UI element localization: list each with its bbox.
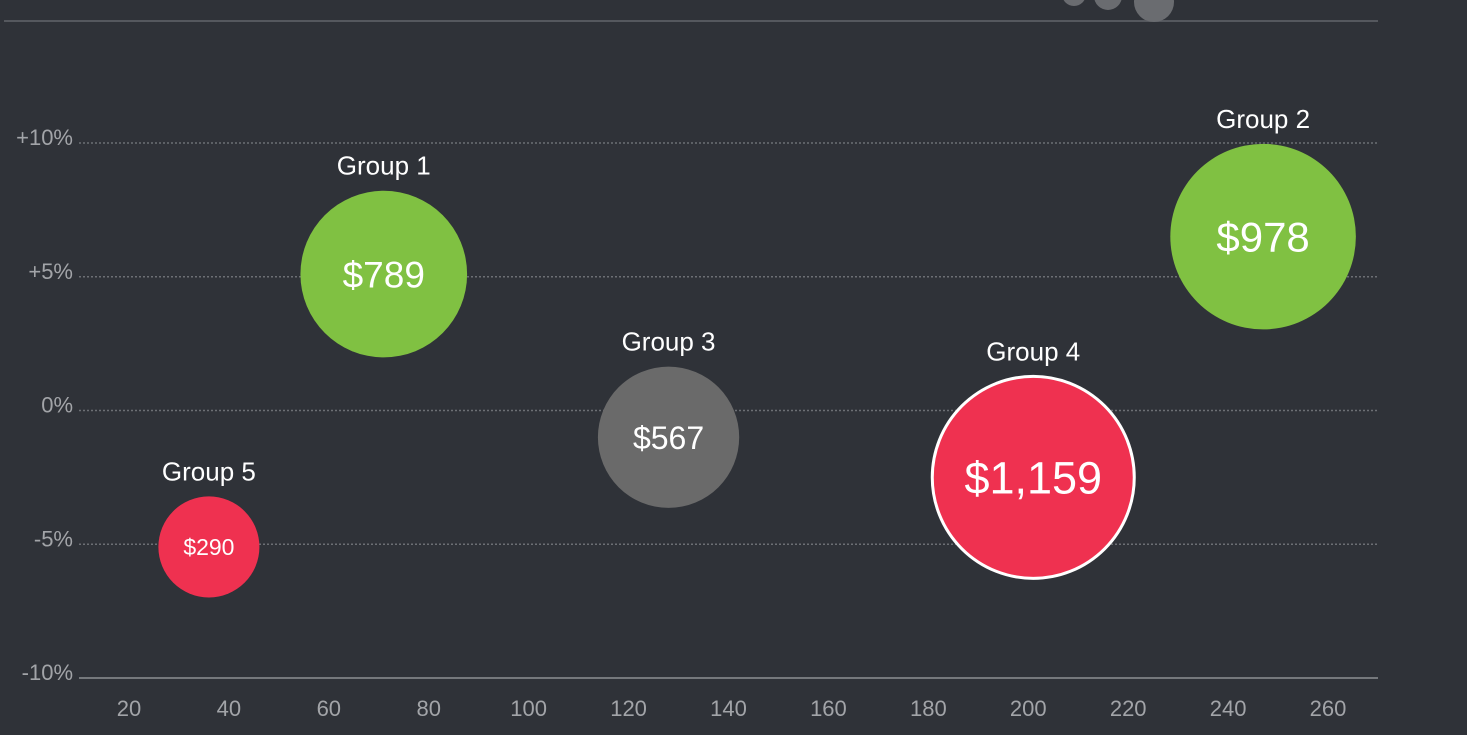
bubble-value-label: $978 bbox=[1216, 214, 1309, 261]
x-tick-label: 220 bbox=[1110, 696, 1147, 721]
x-tick-label: 240 bbox=[1210, 696, 1247, 721]
x-tick-label: 200 bbox=[1010, 696, 1047, 721]
y-tick-label: +5% bbox=[28, 259, 73, 284]
bubble-name-label: Group 4 bbox=[986, 336, 1080, 366]
bubble-group-2[interactable]: $978 Group 2 bbox=[1170, 104, 1356, 330]
x-axis: 20 40 60 80 100 120 140 160 180 200 220 240 260 bbox=[117, 696, 1347, 721]
bubble-name-label: Group 3 bbox=[622, 327, 716, 357]
bubble-value-label: $789 bbox=[343, 254, 425, 295]
bubble-value-label: $567 bbox=[633, 420, 704, 456]
x-tick-label: 140 bbox=[710, 696, 747, 721]
bubble-value-label: $1,159 bbox=[964, 453, 1102, 504]
bubble-chart: +10% +5% 0% -5% -10% 20 40 60 80 100 120 140 160 180… bbox=[16, 104, 1378, 721]
x-tick-label: 160 bbox=[810, 696, 847, 721]
bubble-group-4[interactable]: $1,159 Group 4 bbox=[930, 336, 1136, 580]
x-tick-label: 80 bbox=[416, 696, 440, 721]
bubble-group-5[interactable]: $290 Group 5 bbox=[158, 456, 260, 598]
x-tick-label: 100 bbox=[510, 696, 547, 721]
chart-stage: +10% +5% 0% -5% -10% 20 40 60 80 100 120 140 160 180… bbox=[0, 0, 1467, 735]
x-tick-label: 40 bbox=[217, 696, 241, 721]
y-axis: +10% +5% 0% -5% -10% bbox=[16, 125, 73, 685]
x-tick-label: 60 bbox=[317, 696, 341, 721]
bubbles: $789 Group 1 $978 Group 2 $567 Group 3 $1,159 G… bbox=[158, 104, 1356, 598]
bubble-name-label: Group 2 bbox=[1216, 104, 1310, 134]
bubble-value-label: $290 bbox=[183, 534, 234, 560]
y-tick-label: -5% bbox=[34, 526, 73, 551]
x-tick-label: 120 bbox=[610, 696, 647, 721]
y-tick-label: +10% bbox=[16, 125, 73, 150]
bubble-name-label: Group 1 bbox=[337, 151, 431, 181]
bubble-group-1[interactable]: $789 Group 1 bbox=[300, 151, 468, 358]
x-tick-label: 260 bbox=[1310, 696, 1347, 721]
bubble-name-label: Group 5 bbox=[162, 456, 256, 486]
y-tick-label: -10% bbox=[22, 660, 73, 685]
bubble-group-3[interactable]: $567 Group 3 bbox=[597, 327, 740, 508]
y-tick-label: 0% bbox=[41, 393, 73, 418]
x-tick-label: 180 bbox=[910, 696, 947, 721]
x-tick-label: 20 bbox=[117, 696, 141, 721]
